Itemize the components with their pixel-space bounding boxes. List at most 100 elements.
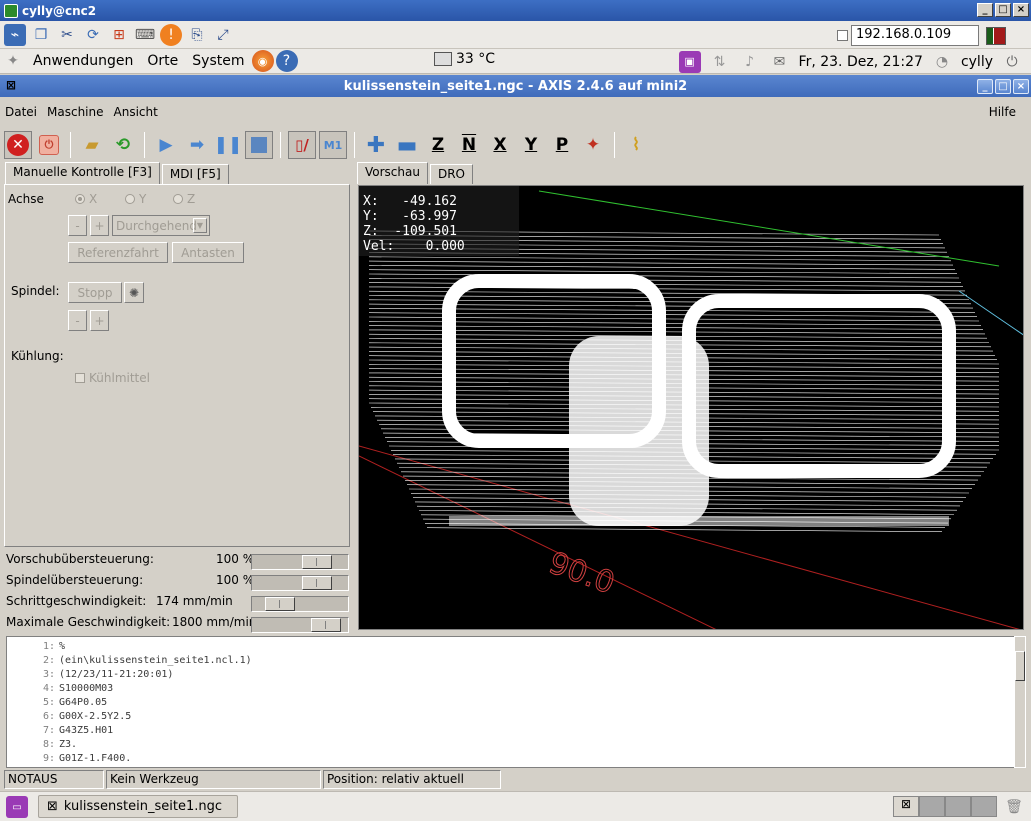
vnc-maximize-button[interactable]: □ <box>995 3 1011 17</box>
clock[interactable]: Fr, 23. Dez, 21:27 <box>799 54 923 70</box>
clear-plot-button[interactable]: ⌇ <box>622 131 650 159</box>
rotate-view-button[interactable]: ✦ <box>579 131 607 159</box>
mail-icon[interactable]: ✉ <box>769 51 791 73</box>
gcode-line[interactable]: 1:% <box>7 640 1015 654</box>
gcode-line[interactable]: 7: G43Z5.H01 <box>7 724 1015 738</box>
spindle-brake-button[interactable]: ✺ <box>124 282 144 303</box>
gcode-line[interactable]: 4: S10000M03 <box>7 682 1015 696</box>
tab-mdi[interactable]: MDI [F5] <box>161 164 229 184</box>
ip-input[interactable]: 192.168.0.109 <box>851 25 979 46</box>
gcode-line[interactable]: 8: Z3. <box>7 738 1015 752</box>
touch-off-button[interactable]: Antasten <box>172 242 244 263</box>
view-y-button[interactable]: Y <box>517 131 545 159</box>
slider-track[interactable] <box>251 596 349 612</box>
flag-icon[interactable] <box>986 27 1006 45</box>
axis-radio-x[interactable]: X <box>75 192 97 206</box>
stop-program-button[interactable] <box>245 131 273 159</box>
display-icon[interactable]: ▣ <box>678 50 701 73</box>
jog-minus-button[interactable]: - <box>68 215 87 236</box>
vnc-minimize-button[interactable]: _ <box>977 3 993 17</box>
tools-icon[interactable]: ✂ <box>56 24 78 46</box>
gcode-line[interactable]: 3: (12/23/11-21:20:01) <box>7 668 1015 682</box>
view-x-button[interactable]: X <box>486 131 514 159</box>
refresh-icon[interactable]: ⟳ <box>82 24 104 46</box>
toolpath-preview[interactable]: 90.0 X: -49.162 Y: -63.997 Z: -109.501 Vel:… <box>358 185 1024 630</box>
zoom-in-button[interactable]: ✚ <box>362 131 390 159</box>
user-name[interactable]: cylly <box>961 54 993 70</box>
jog-mode-select[interactable]: Durchgehend ▼ <box>112 215 210 236</box>
menu-applications[interactable]: Anwendungen <box>26 53 140 69</box>
view-z-button[interactable]: Z <box>424 131 452 159</box>
slider-track[interactable] <box>251 617 349 633</box>
coolant-checkbox[interactable]: Kühlmittel <box>75 371 150 385</box>
slider-thumb[interactable] <box>265 597 295 611</box>
run-button[interactable]: ▶ <box>152 131 180 159</box>
firefox-icon[interactable]: ◉ <box>251 50 274 72</box>
alert-icon[interactable]: ! <box>160 23 182 46</box>
step-button[interactable]: ➡ <box>183 131 211 159</box>
power-icon[interactable]: ⏻ <box>1001 51 1023 73</box>
jog-plus-button[interactable]: + <box>90 215 109 236</box>
monitor-icon[interactable]: ⌁ <box>4 23 26 46</box>
network-status-icon[interactable]: ⇅ <box>709 51 731 73</box>
open-file-button[interactable]: ▰ <box>78 131 106 159</box>
temperature-applet[interactable]: 33 °C <box>434 51 495 67</box>
gcode-listing[interactable]: 1:% 2: (ein\kulissenstein_seite1.ncl.1) 3:(… <box>6 636 1016 768</box>
volume-icon[interactable]: ♪ <box>739 51 761 73</box>
vnc-close-button[interactable]: × <box>1013 3 1029 17</box>
view-z2-button[interactable]: N <box>455 131 483 159</box>
zoom-out-button[interactable]: ▬ <box>393 131 421 159</box>
machine-power-button[interactable]: ⏻ <box>35 131 63 159</box>
windows-icon[interactable]: ⊞ <box>108 24 130 46</box>
menu-system[interactable]: System <box>185 53 251 69</box>
clipboard-icon[interactable]: ❐ <box>30 24 52 46</box>
help-icon[interactable]: ? <box>275 50 298 72</box>
spindle-stop-button[interactable]: Stopp <box>68 282 122 303</box>
gcode-line[interactable]: 9: G01Z-1.F400. <box>7 752 1015 766</box>
tab-preview[interactable]: Vorschau <box>357 162 428 184</box>
axis-radio-y[interactable]: Y <box>125 192 146 206</box>
gnome-foot-icon[interactable]: ✦ <box>0 50 26 72</box>
workspace-1[interactable]: ⊠ <box>893 796 919 817</box>
estop-button[interactable]: ✕ <box>4 131 32 159</box>
slider-thumb[interactable] <box>311 618 341 632</box>
axis-icon[interactable]: ⊠ <box>6 78 20 92</box>
ip-checkbox[interactable] <box>837 30 848 41</box>
axis-radio-z[interactable]: Z <box>173 192 195 206</box>
optional-stop-button[interactable]: M1 <box>319 131 347 159</box>
workspace-4[interactable] <box>971 796 997 817</box>
menu-ansicht[interactable]: Ansicht <box>109 105 163 119</box>
gcode-scrollbar[interactable] <box>1014 636 1026 768</box>
gcode-line[interactable]: 6: G00X-2.5Y2.5 <box>7 710 1015 724</box>
spindle-minus-button[interactable]: - <box>68 310 87 331</box>
workspace-switcher[interactable]: ⊠ <box>893 796 999 817</box>
network-icon[interactable]: ⎘ <box>186 24 208 46</box>
gcode-line[interactable]: 2: (ein\kulissenstein_seite1.ncl.1) <box>7 654 1015 668</box>
trash-icon[interactable]: 🗑 <box>1003 796 1025 818</box>
slider-thumb[interactable] <box>302 555 332 569</box>
block-delete-button[interactable]: ▯/ <box>288 131 316 159</box>
menu-places[interactable]: Orte <box>140 53 185 69</box>
pause-button[interactable]: ❚❚ <box>214 131 243 159</box>
menu-datei[interactable]: Datei <box>0 105 42 119</box>
keyboard-icon[interactable]: ⌨ <box>134 24 156 46</box>
view-p-button[interactable]: P <box>548 131 576 159</box>
workspace-2[interactable] <box>919 796 945 817</box>
workspace-3[interactable] <box>945 796 971 817</box>
menu-hilfe[interactable]: Hilfe <box>984 105 1021 119</box>
taskbar-item-axis[interactable]: ⊠ kulissenstein_seite1.ngc <box>38 795 238 818</box>
menu-maschine[interactable]: Maschine <box>42 105 108 119</box>
app-maximize-button[interactable]: □ <box>995 79 1011 94</box>
home-button[interactable]: Referenzfahrt <box>68 242 168 263</box>
slider-track[interactable] <box>251 554 349 570</box>
tab-manual[interactable]: Manuelle Kontrolle [F3] <box>5 162 160 184</box>
reload-button[interactable]: ⟲ <box>109 131 137 159</box>
scrollbar-thumb[interactable] <box>1015 651 1025 681</box>
show-desktop-icon[interactable]: ▭ <box>6 796 28 818</box>
spindle-plus-button[interactable]: + <box>90 310 109 331</box>
fullscreen-icon[interactable]: ⤢ <box>212 24 234 46</box>
app-close-button[interactable]: × <box>1013 79 1029 94</box>
tab-dro[interactable]: DRO <box>429 164 473 184</box>
slider-thumb[interactable] <box>302 576 332 590</box>
app-minimize-button[interactable]: _ <box>977 79 993 94</box>
